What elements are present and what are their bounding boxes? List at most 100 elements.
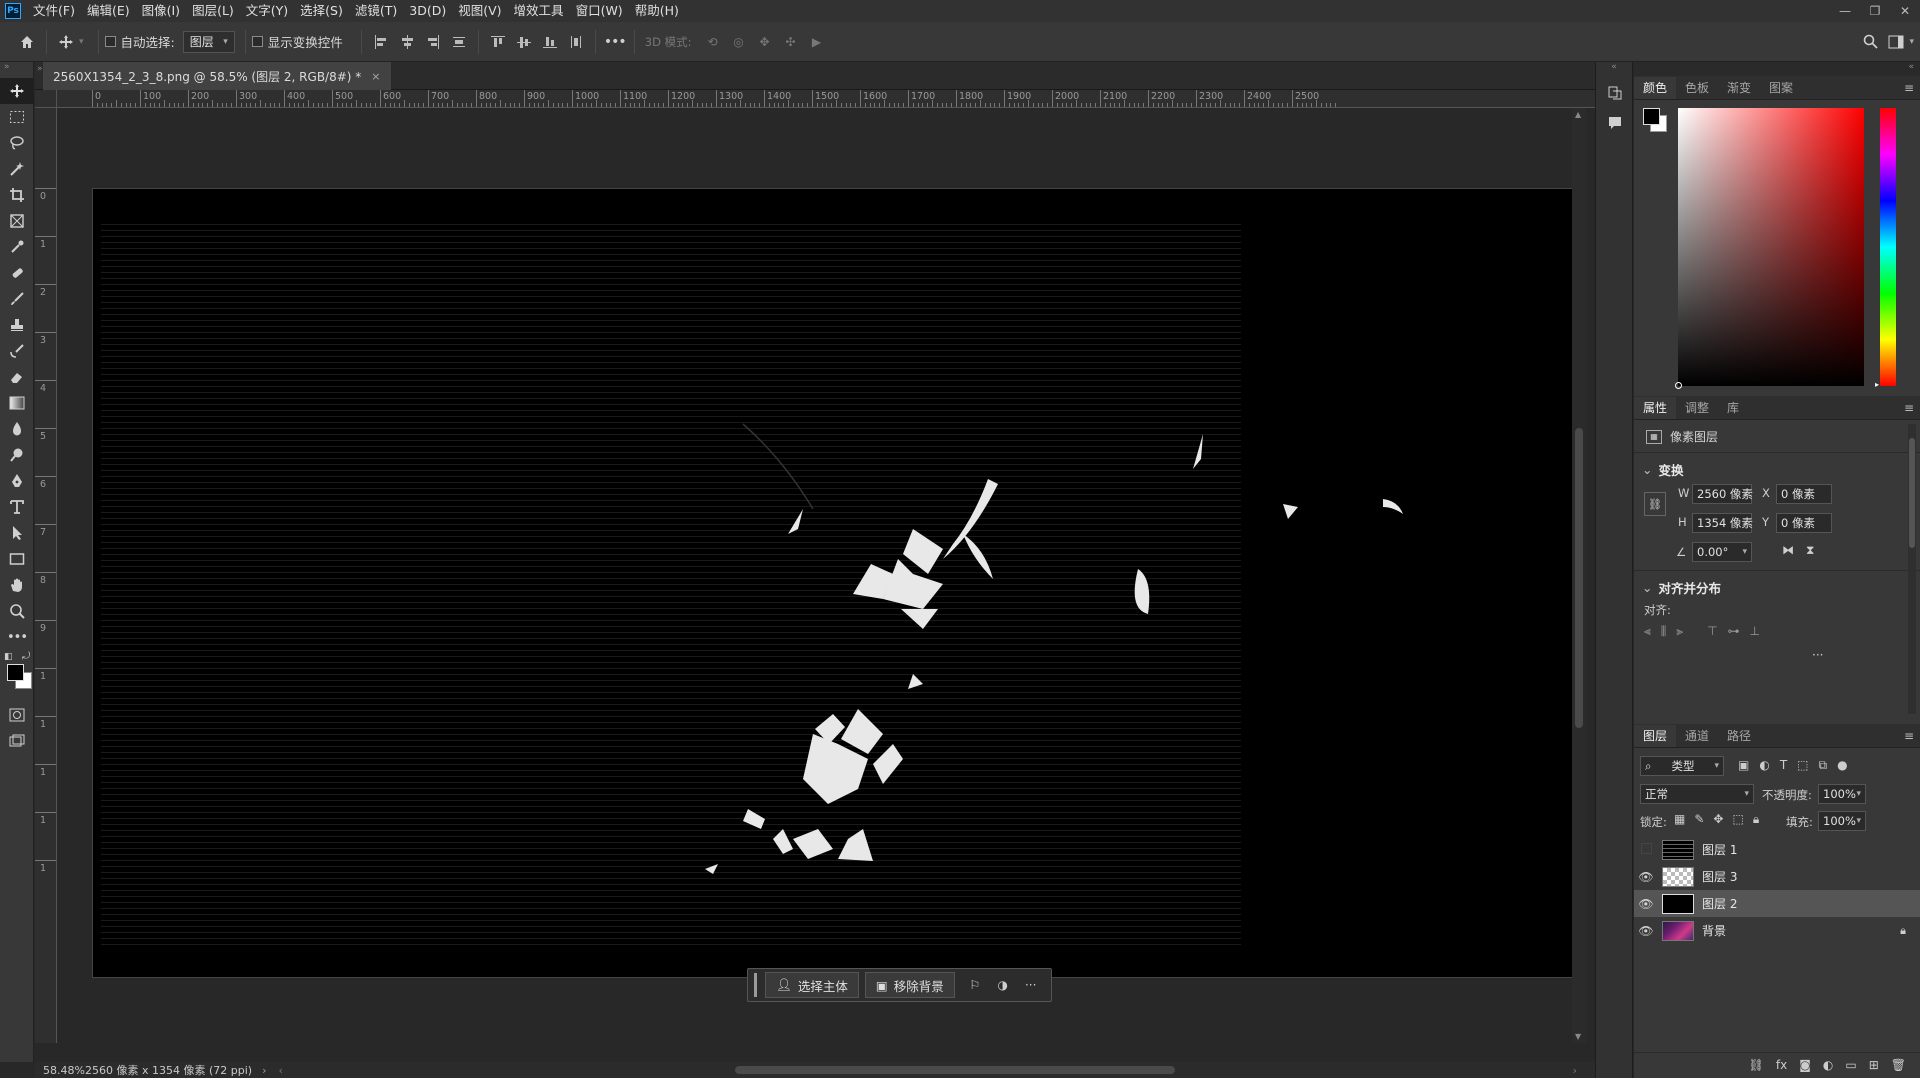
angle-field[interactable]: 0.00° ▾ [1692, 542, 1752, 562]
layer-name[interactable]: 背景 [1702, 922, 1726, 939]
add-mask-icon[interactable]: ◙ [1799, 1058, 1811, 1072]
menu-file[interactable]: 文件(F) [27, 0, 81, 22]
hand-tool-icon[interactable] [0, 572, 34, 598]
layer-style-icon[interactable]: fx [1776, 1058, 1787, 1072]
align-right-icon[interactable] [420, 29, 446, 55]
close-window-icon[interactable]: ✕ [1890, 0, 1920, 22]
restore-icon[interactable]: ❐ [1860, 0, 1890, 22]
search-icon[interactable] [1857, 29, 1883, 55]
align-bottom-icon[interactable] [537, 29, 563, 55]
rectangle-tool-icon[interactable] [0, 546, 34, 572]
vertical-scrollbar-thumb[interactable] [1575, 428, 1583, 728]
chevron-right-icon[interactable]: › [262, 1064, 266, 1077]
tab-channels[interactable]: 通道 [1676, 725, 1718, 747]
align-left-icon[interactable] [368, 29, 394, 55]
select-subject-button[interactable]: 👤︎ 选择主体 [765, 972, 859, 998]
collapse-toolbar-icon[interactable]: » [0, 62, 33, 78]
document-tab[interactable]: 2560X1354_2_3_8.png @ 58.5% (图层 2, RGB/8… [43, 62, 391, 90]
task-bar-more-icon[interactable]: ··· [1017, 972, 1045, 998]
layer-row[interactable]: 👁︎ 图层 3 [1634, 863, 1920, 890]
ruler-origin[interactable] [35, 90, 57, 108]
tab-color[interactable]: 颜色 [1634, 77, 1677, 99]
hue-slider[interactable]: ▸ [1875, 108, 1896, 389]
chevron-down-icon[interactable]: ▾ [79, 37, 84, 47]
new-adjustment-layer-icon[interactable]: ◐ [1823, 1058, 1833, 1072]
task-bar-drag-handle[interactable] [754, 973, 757, 997]
dodge-tool-icon[interactable] [0, 442, 34, 468]
lock-position-icon[interactable]: ✥ [1713, 812, 1723, 827]
collapse-panels-icon[interactable]: « [1908, 62, 1914, 72]
color-picker-cursor[interactable] [1675, 382, 1682, 389]
eyedropper-tool-icon[interactable] [0, 234, 34, 260]
auto-select-checkbox[interactable]: 自动选择: [104, 32, 175, 51]
eye-icon[interactable]: 👁︎ [1634, 897, 1658, 911]
filter-type-icon[interactable]: T [1780, 758, 1787, 773]
align-horizontal-center-icon[interactable] [394, 29, 420, 55]
tab-gradients[interactable]: 渐变 [1718, 77, 1760, 99]
layer-filter-dropdown[interactable]: ⌕ 类型 ▾ [1640, 756, 1724, 776]
distribute-vertical-icon[interactable] [446, 29, 472, 55]
more-options-icon[interactable]: ••• [602, 29, 628, 55]
x-field[interactable]: 0 像素 [1776, 484, 1832, 504]
marquee-tool-icon[interactable] [0, 104, 34, 130]
blur-tool-icon[interactable] [0, 416, 34, 442]
panel-menu-icon[interactable]: ≡ [1904, 729, 1914, 743]
menu-plugins[interactable]: 增效工具 [508, 0, 570, 22]
menu-filter[interactable]: 滤镜(T) [349, 0, 403, 22]
tab-adjustments[interactable]: 调整 [1676, 397, 1718, 419]
close-tab-icon[interactable]: × [371, 70, 380, 83]
tab-paths[interactable]: 路径 [1718, 725, 1760, 747]
move-tool-icon[interactable] [0, 78, 34, 104]
3d-camera-icon[interactable]: ▶ [803, 29, 829, 55]
3d-roll-icon[interactable]: ◎ [725, 29, 751, 55]
saturation-brightness-field[interactable] [1675, 108, 1864, 389]
color-panel-foreground-swatch[interactable] [1643, 108, 1660, 125]
vertical-scrollbar[interactable]: ▲ ▼ [1572, 108, 1586, 1043]
filter-shape-icon[interactable]: ⬚ [1797, 758, 1808, 773]
width-field[interactable]: 2560 像素 [1692, 484, 1753, 504]
foreground-color-swatch[interactable] [7, 664, 24, 681]
history-panel-icon[interactable] [1596, 78, 1634, 108]
quick-mask-icon[interactable] [0, 702, 34, 728]
link-dimensions-icon[interactable]: ⛓ [1644, 492, 1666, 516]
tab-swatches[interactable]: 色板 [1676, 77, 1718, 99]
horizontal-ruler[interactable]: 0 100 200 300 400 500 600 700 800 900 1000 1100 1200… [57, 90, 1595, 108]
horizontal-scrollbar-thumb[interactable] [735, 1066, 1175, 1074]
transform-section-header[interactable]: ⌄ 变换 [1634, 458, 1684, 480]
frame-tool-icon[interactable] [0, 208, 34, 234]
panel-menu-icon[interactable]: ≡ [1904, 81, 1914, 95]
layer-name[interactable]: 图层 3 [1702, 868, 1737, 885]
magic-wand-tool-icon[interactable] [0, 156, 34, 182]
distribute-horizontal-icon[interactable] [563, 29, 589, 55]
filter-smart-object-icon[interactable]: ⧉ [1819, 758, 1828, 773]
align-horizontal-center-icon[interactable]: ⫼ [1661, 624, 1667, 639]
scroll-right-icon[interactable]: › [1573, 1064, 1577, 1077]
hue-slider-handle[interactable]: ▸ [1875, 380, 1879, 389]
new-group-icon[interactable]: ▭ [1845, 1058, 1856, 1072]
filter-adjustment-icon[interactable]: ◐ [1759, 758, 1769, 773]
comments-panel-icon[interactable] [1596, 108, 1634, 138]
lock-artboard-icon[interactable]: ⬚ [1732, 812, 1743, 827]
brush-tool-icon[interactable] [0, 286, 34, 312]
default-colors-icon[interactable]: ◧ [4, 652, 13, 662]
properties-scrollbar[interactable] [1908, 424, 1916, 714]
scroll-down-icon[interactable]: ▼ [1575, 1032, 1581, 1041]
align-top-icon[interactable]: ⊤ [1707, 624, 1717, 639]
menu-select[interactable]: 选择(S) [294, 0, 349, 22]
lock-image-pixels-icon[interactable]: ✎ [1694, 812, 1704, 827]
scroll-left-icon[interactable]: ‹ [279, 1064, 283, 1077]
tab-layers[interactable]: 图层 [1634, 725, 1677, 747]
checkbox-box[interactable] [104, 36, 116, 47]
crop-tool-icon[interactable] [0, 182, 34, 208]
tab-properties[interactable]: 属性 [1634, 397, 1677, 419]
menu-window[interactable]: 窗口(W) [570, 0, 629, 22]
tab-libraries[interactable]: 库 [1718, 397, 1748, 419]
path-selection-tool-icon[interactable] [0, 520, 34, 546]
link-layers-icon[interactable]: ⛓ [1749, 1058, 1764, 1072]
panel-menu-icon[interactable]: ≡ [1904, 401, 1914, 415]
vertical-ruler[interactable]: 0 1 2 3 4 5 6 7 8 9 1 1 1 1 1 [35, 108, 57, 1043]
auto-select-target-dropdown[interactable]: 图层 ▾ [182, 30, 235, 53]
height-field[interactable]: 1354 像素 [1692, 513, 1753, 533]
screen-mode-icon[interactable] [0, 728, 34, 754]
lock-icon[interactable]: 🔒︎ [1900, 924, 1906, 938]
